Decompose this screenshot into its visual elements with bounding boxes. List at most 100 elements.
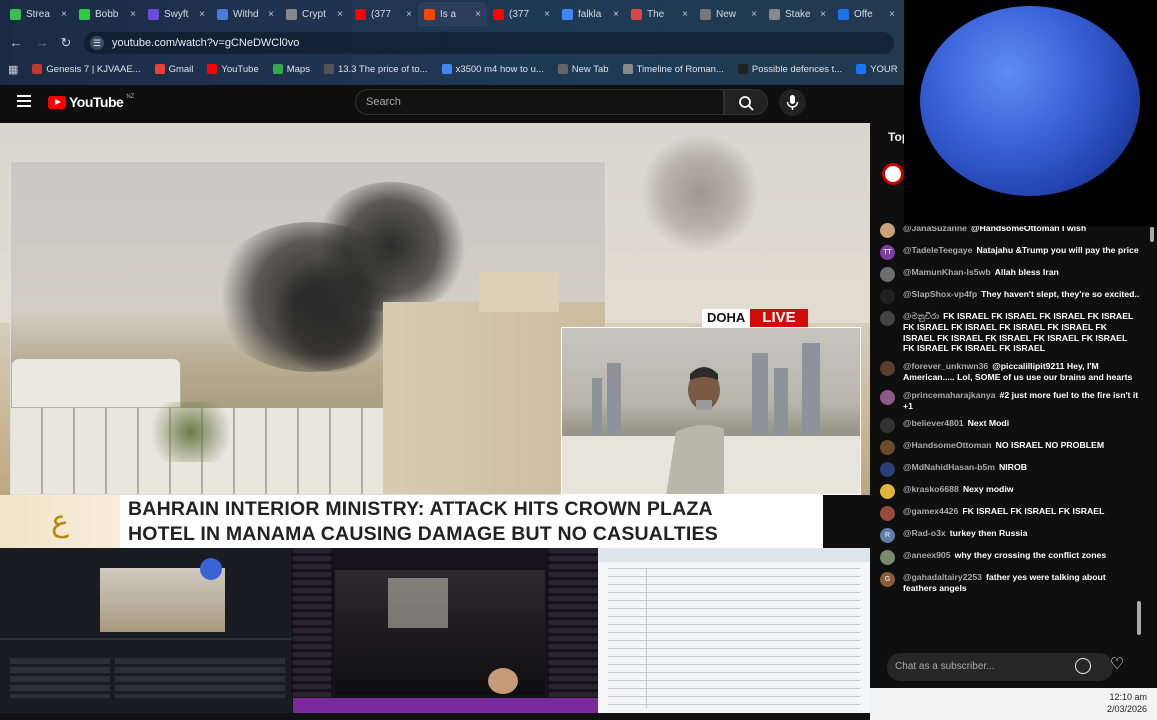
emoji-icon[interactable]: [1075, 658, 1091, 674]
tab-close-icon[interactable]: ×: [199, 9, 205, 20]
browser-tab[interactable]: (377 ×: [487, 2, 556, 26]
reload-icon[interactable]: ↻: [58, 35, 74, 51]
channel-avatar[interactable]: [882, 163, 904, 185]
chat-avatar[interactable]: [880, 506, 895, 522]
chat-author[interactable]: @princemaharajkanya: [903, 390, 996, 400]
forward-icon[interactable]: →: [34, 35, 50, 51]
chat-message[interactable]: @forever_unknwn36 @piccalillipit9211 Hey,…: [880, 361, 1140, 383]
window-thumbnail-spreadsheet[interactable]: [598, 548, 870, 713]
chat-avatar[interactable]: [880, 289, 895, 304]
tab-close-icon[interactable]: ×: [544, 9, 550, 20]
search-button[interactable]: [724, 89, 768, 115]
chat-message[interactable]: @believer4801 Next Modi: [880, 418, 1140, 434]
chat-author[interactable]: @believer4801: [903, 418, 964, 428]
chat-message[interactable]: @krasko6688 Nexy modiw: [880, 484, 1140, 500]
chat-author[interactable]: @MamunKhan-ls5wb: [903, 267, 991, 277]
chat-message[interactable]: G @gahadaltairy2253 father yes were talkin…: [880, 572, 1140, 594]
chat-author[interactable]: @SlapShox-vp4fp: [903, 289, 977, 299]
chat-avatar[interactable]: [880, 267, 895, 282]
chat-avatar[interactable]: R: [880, 528, 895, 544]
chat-author[interactable]: @gahadaltairy2253: [903, 572, 982, 582]
bookmark-item[interactable]: YouTube: [207, 64, 259, 75]
tab-close-icon[interactable]: ×: [268, 9, 274, 20]
video-player[interactable]: DOHA LIVE ع BAHRAIN INTERIOR MINISTRY: A…: [0, 123, 870, 548]
chat-message[interactable]: @MamunKhan-ls5wb Allah bless Iran: [880, 267, 1140, 282]
bookmark-item[interactable]: New Tab: [557, 64, 609, 75]
youtube-logo[interactable]: YouTube NZ: [48, 94, 134, 110]
chat-author[interactable]: @HandsomeOttoman: [903, 440, 992, 450]
chat-avatar[interactable]: G: [880, 572, 895, 588]
browser-tab[interactable]: New ×: [694, 2, 763, 26]
chat-author[interactable]: @aneex905: [903, 550, 951, 560]
bookmark-item[interactable]: Possible defences t...: [737, 64, 842, 75]
chat-message[interactable]: @MdNahidHasan-b5m NIROB: [880, 462, 1140, 478]
tab-close-icon[interactable]: ×: [406, 9, 412, 20]
back-icon[interactable]: ←: [8, 35, 24, 51]
browser-tab[interactable]: Stake ×: [763, 2, 832, 26]
browser-tab[interactable]: Strea ×: [4, 2, 73, 26]
chat-message[interactable]: @SlapShox-vp4fp They haven't slept, they'…: [880, 289, 1140, 304]
tab-close-icon[interactable]: ×: [889, 9, 895, 20]
chat-avatar[interactable]: [880, 550, 895, 566]
browser-tab[interactable]: (377 ×: [349, 2, 418, 26]
chat-author[interactable]: @krasko6688: [903, 484, 959, 494]
chat-message[interactable]: @මනුවිරා FK ISRAEL FK ISRAEL FK ISRAEL FK…: [880, 311, 1140, 354]
bookmark-item[interactable]: x3500 m4 how to u...: [441, 64, 544, 75]
chat-avatar[interactable]: [880, 223, 895, 238]
window-thumbnail-stream[interactable]: [293, 548, 598, 713]
browser-tab[interactable]: Swyft ×: [142, 2, 211, 26]
chat-author[interactable]: @gamex4426: [903, 506, 958, 516]
tab-close-icon[interactable]: ×: [751, 9, 757, 20]
apps-icon[interactable]: ▦: [8, 63, 18, 76]
bookmark-item[interactable]: Maps: [272, 64, 310, 75]
browser-tab[interactable]: Withd ×: [211, 2, 280, 26]
browser-tab[interactable]: Crypt ×: [280, 2, 349, 26]
bookmark-item[interactable]: YOUR: [856, 64, 898, 75]
chat-avatar[interactable]: [880, 484, 895, 500]
tab-close-icon[interactable]: ×: [130, 9, 136, 20]
bookmark-item[interactable]: 13.3 The price of to...: [323, 64, 428, 75]
heart-icon[interactable]: ♡: [1108, 656, 1126, 674]
tab-close-icon[interactable]: ×: [475, 9, 481, 20]
chat-message[interactable]: @aneex905 why they crossing the conflict …: [880, 550, 1140, 566]
chat-avatar[interactable]: [880, 361, 895, 377]
chat-author[interactable]: @මනුවිරා: [903, 311, 939, 321]
window-thumbnail-editor[interactable]: [0, 548, 292, 713]
tab-close-icon[interactable]: ×: [337, 9, 343, 20]
chat-author[interactable]: @Rad-o3x: [903, 528, 946, 538]
browser-tab[interactable]: falkla ×: [556, 2, 625, 26]
chat-scrollbar-thumb[interactable]: [1137, 601, 1141, 635]
bookmark-item[interactable]: Gmail: [154, 64, 193, 75]
bookmark-item[interactable]: Timeline of Roman...: [622, 64, 724, 75]
chat-avatar[interactable]: [880, 418, 895, 434]
chat-avatar[interactable]: [880, 311, 895, 326]
menu-icon[interactable]: [17, 95, 31, 107]
search-input[interactable]: Search: [355, 89, 724, 115]
chat-author[interactable]: @forever_unknwn36: [903, 361, 988, 371]
chat-scrollbar[interactable]: [1150, 227, 1154, 242]
browser-tab[interactable]: The ×: [625, 2, 694, 26]
chat-avatar[interactable]: [880, 462, 895, 478]
chat-message[interactable]: R @Rad-o3x turkey then Russia: [880, 528, 1140, 544]
taskbar-clock[interactable]: 12:10 am 2/03/2026: [1107, 691, 1147, 715]
chat-avatar[interactable]: [880, 389, 895, 405]
browser-tab[interactable]: Is a ×: [418, 2, 487, 26]
tab-close-icon[interactable]: ×: [613, 9, 619, 20]
tab-close-icon[interactable]: ×: [820, 9, 826, 20]
chat-message[interactable]: @princemaharajkanya #2 just more fuel to …: [880, 389, 1140, 412]
address-bar[interactable]: ☰ youtube.com/watch?v=gCNeDWCl0vo: [84, 32, 894, 54]
browser-tab[interactable]: Offe ×: [832, 2, 901, 26]
chat-author[interactable]: @TadeleTeegaye: [903, 245, 972, 255]
browser-tab[interactable]: Bobb ×: [73, 2, 142, 26]
tab-close-icon[interactable]: ×: [682, 9, 688, 20]
site-info-icon[interactable]: ☰: [90, 36, 104, 50]
bookmark-item[interactable]: Genesis 7 | KJVAAE...: [32, 64, 141, 75]
tab-close-icon[interactable]: ×: [61, 9, 67, 20]
voice-search-button[interactable]: [779, 89, 806, 116]
chat-avatar[interactable]: TT: [880, 245, 895, 260]
chat-message[interactable]: TT @TadeleTeegaye Natajahu &Trump you will…: [880, 245, 1140, 260]
chat-message[interactable]: @gamex4426 FK ISRAEL FK ISRAEL FK ISRAEL: [880, 506, 1140, 522]
chat-message[interactable]: @HandsomeOttoman NO ISRAEL NO PROBLEM: [880, 440, 1140, 456]
chat-author[interactable]: @MdNahidHasan-b5m: [903, 462, 995, 472]
chat-avatar[interactable]: [880, 440, 895, 456]
